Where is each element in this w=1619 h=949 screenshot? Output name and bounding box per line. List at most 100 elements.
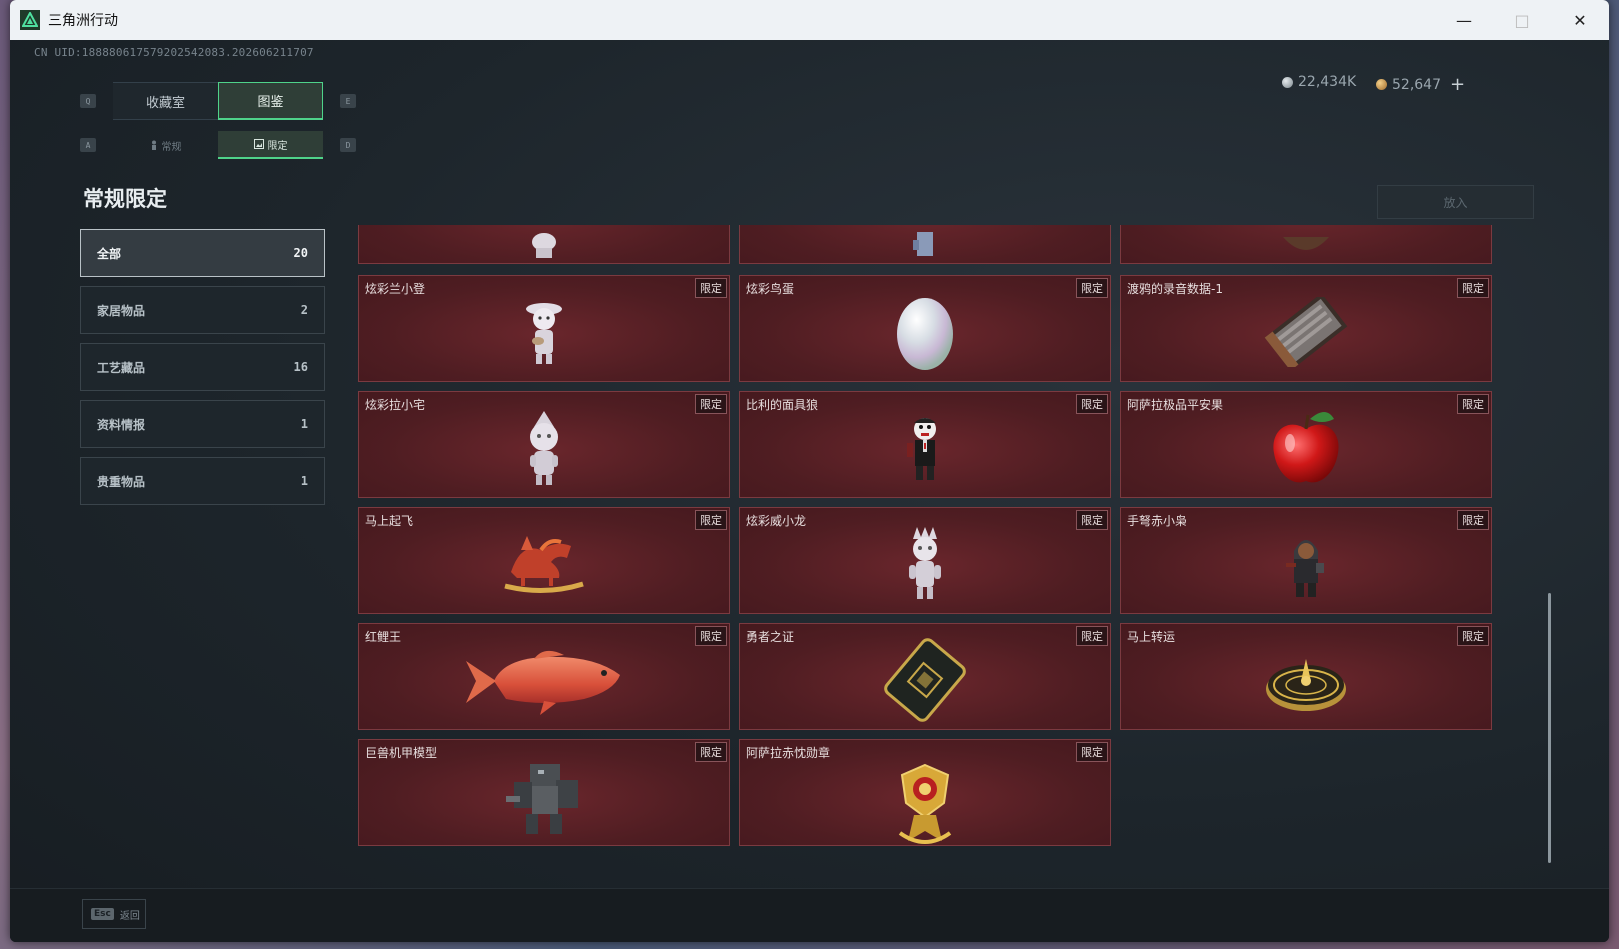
- bowl-icon: [1283, 237, 1329, 251]
- tab-regular[interactable]: 常规: [113, 131, 218, 159]
- gold-value: 52,647: [1392, 76, 1441, 93]
- item-card[interactable]: 阿萨拉赤忱勋章 限定: [739, 739, 1111, 846]
- medal-icon: [898, 764, 952, 845]
- item-card[interactable]: 马上起飞 限定: [358, 507, 730, 614]
- limited-tag: 限定: [695, 394, 727, 414]
- item-card[interactable]: 勇者之证 限定: [739, 623, 1111, 730]
- compass-icon: [1266, 658, 1346, 711]
- uid-text: CN UID:18888061757920254​2083.2026062117…: [34, 46, 314, 59]
- tab-limited[interactable]: 限定: [218, 131, 323, 159]
- limited-tag: 限定: [1076, 626, 1108, 646]
- puppet-icon: [907, 417, 936, 480]
- minimize-button[interactable]: —: [1435, 0, 1493, 40]
- tab-collection-room[interactable]: 收藏室: [113, 82, 218, 120]
- key-hint-a: A: [80, 138, 96, 152]
- item-name: 手弩赤小枭: [1127, 514, 1188, 528]
- mech-icon: [506, 763, 578, 834]
- image-icon: [253, 139, 264, 149]
- category-crafts[interactable]: 工艺藏品 16: [80, 343, 325, 391]
- item-name: 比利的面具狼: [746, 398, 819, 412]
- limited-tag: 限定: [1076, 742, 1108, 762]
- item-name: 红鲤王: [365, 630, 402, 644]
- limited-tag: 限定: [1076, 510, 1108, 530]
- limited-tag: 限定: [1457, 626, 1489, 646]
- bottom-bar: Esc 返回: [10, 888, 1609, 942]
- esc-key-icon: Esc: [91, 908, 114, 920]
- fish-icon: [466, 650, 620, 715]
- item-card[interactable]: 红鲤王 限定: [358, 623, 730, 730]
- category-count: 1: [300, 417, 308, 431]
- category-valuables[interactable]: 贵重物品 1: [80, 457, 325, 505]
- hooded-figure-icon: [1286, 539, 1324, 597]
- figurine-icon: [532, 233, 556, 259]
- item-name: 勇者之证: [746, 630, 795, 644]
- category-list: 全部 20 家居物品 2 工艺藏品 16 资料情报 1 贵重物品 1: [80, 229, 325, 514]
- item-card[interactable]: 马上转运 限定: [1120, 623, 1492, 730]
- item-name: 炫彩威小龙: [746, 514, 807, 528]
- item-name: 炫彩鸟蛋: [746, 282, 795, 296]
- item-card[interactable]: [1120, 225, 1492, 264]
- item-card[interactable]: 巨兽机甲模型 限定: [358, 739, 730, 846]
- window-title: 三角洲行动: [48, 13, 118, 29]
- figure-icon: [151, 140, 156, 150]
- item-card[interactable]: 炫彩威小龙 限定: [739, 507, 1111, 614]
- figurine-icon: [909, 526, 941, 599]
- category-all[interactable]: 全部 20: [80, 229, 325, 277]
- key-hint-d: D: [340, 138, 356, 152]
- limited-tag: 限定: [1457, 278, 1489, 298]
- app-logo-icon: [20, 10, 40, 30]
- category-home-items[interactable]: 家居物品 2: [80, 286, 325, 334]
- item-card[interactable]: 比利的面具狼 限定: [739, 391, 1111, 498]
- item-name: 马上起飞: [365, 514, 414, 528]
- tab-limited-label: 限定: [267, 140, 288, 152]
- category-count: 20: [293, 246, 308, 260]
- item-card[interactable]: 炫彩拉小宅 限定: [358, 391, 730, 498]
- category-count: 2: [300, 303, 308, 317]
- category-count: 16: [293, 360, 308, 374]
- egg-icon: [897, 297, 953, 370]
- main-content: CN UID:18888061757920254​2083.2026062117…: [10, 40, 1609, 942]
- category-label: 工艺藏品: [97, 360, 146, 375]
- key-hint-q: Q: [80, 94, 96, 108]
- category-label: 贵重物品: [97, 474, 146, 489]
- gold-currency: 52,647 +: [1376, 74, 1465, 95]
- limited-tag: 限定: [695, 278, 727, 298]
- item-name: 巨兽机甲模型: [365, 746, 438, 760]
- back-label: 返回: [119, 910, 140, 922]
- tab-catalog[interactable]: 图鉴: [218, 82, 323, 120]
- item-name: 炫彩拉小宅: [365, 398, 426, 412]
- category-label: 资料情报: [97, 417, 146, 432]
- item-card[interactable]: 手弩赤小枭 限定: [1120, 507, 1492, 614]
- item-name: 马上转运: [1127, 630, 1176, 644]
- silver-value: 22,434K: [1298, 74, 1357, 90]
- silver-currency: 22,434K: [1282, 74, 1356, 90]
- tab-regular-label: 常规: [161, 141, 182, 153]
- scrollbar[interactable]: [1548, 593, 1551, 863]
- section-title: 常规限定: [83, 187, 167, 211]
- item-card[interactable]: 炫彩鸟蛋 限定: [739, 275, 1111, 382]
- item-grid: 炫彩兰小登 限定 炫彩鸟蛋 限定 渡鸦的录音数据-1 限定 炫彩拉小宅 限定 比…: [358, 225, 1548, 873]
- apple-icon: [1273, 411, 1339, 483]
- back-button[interactable]: Esc 返回: [82, 899, 146, 929]
- category-count: 1: [300, 474, 308, 488]
- item-card[interactable]: [358, 225, 730, 264]
- category-label: 全部: [97, 246, 122, 261]
- limited-tag: 限定: [1457, 510, 1489, 530]
- item-card[interactable]: 渡鸦的录音数据-1 限定: [1120, 275, 1492, 382]
- category-intel[interactable]: 资料情报 1: [80, 400, 325, 448]
- put-in-button[interactable]: 放入: [1377, 185, 1534, 219]
- item-card[interactable]: 炫彩兰小登 限定: [358, 275, 730, 382]
- maximize-button[interactable]: □: [1493, 0, 1551, 40]
- category-label: 家居物品: [97, 303, 146, 318]
- figurine-icon: [526, 302, 562, 364]
- item-card[interactable]: 阿萨拉极品平安果 限定: [1120, 391, 1492, 498]
- item-card[interactable]: [739, 225, 1111, 264]
- add-currency-button[interactable]: +: [1450, 74, 1465, 95]
- close-button[interactable]: ✕: [1551, 0, 1609, 40]
- item-name: 炫彩兰小登: [365, 282, 426, 296]
- limited-tag: 限定: [695, 742, 727, 762]
- game-window: 三角洲行动 — □ ✕ CN UID:18888061757920254​208…: [10, 0, 1609, 942]
- key-hint-e: E: [340, 94, 356, 108]
- limited-tag: 限定: [1076, 394, 1108, 414]
- limited-tag: 限定: [1076, 278, 1108, 298]
